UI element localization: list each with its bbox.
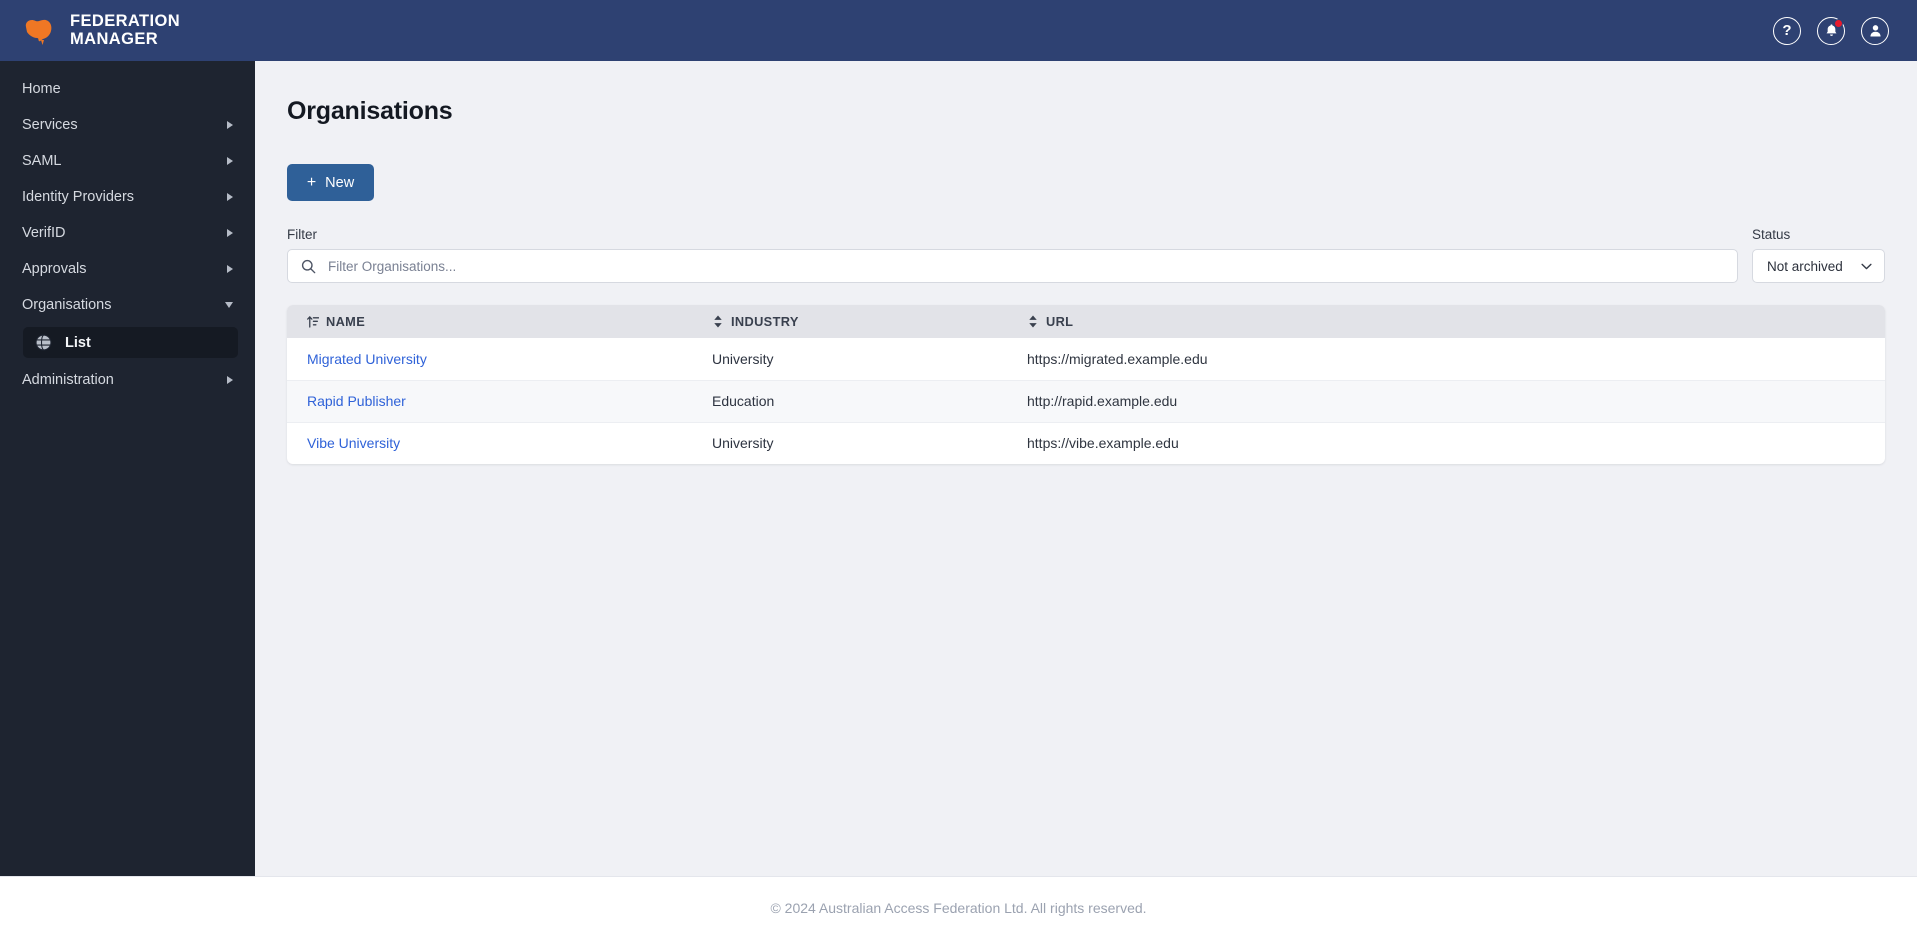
notifications-button[interactable]	[1817, 16, 1845, 45]
sidebar-item-label: Administration	[22, 372, 114, 388]
filter-label: Filter	[287, 227, 317, 242]
sidebar-item-label: SAML	[22, 153, 62, 169]
chevron-down-icon	[1861, 263, 1872, 269]
new-organisation-button[interactable]: + New	[287, 164, 374, 201]
user-account-button[interactable]	[1861, 16, 1889, 45]
status-field-group: Status Not archived	[1752, 227, 1885, 283]
status-label: Status	[1752, 227, 1791, 242]
organisations-table: NAME INDUSTRY URL Migrated University Un…	[287, 305, 1885, 464]
sidebar-item-services[interactable]: Services	[0, 107, 255, 143]
cell-industry: University	[712, 435, 774, 452]
plus-icon: +	[306, 173, 317, 191]
brand-logo[interactable]: FEDERATION MANAGER	[22, 12, 181, 48]
chevron-down-icon	[225, 302, 233, 308]
table-row: Rapid Publisher Education http://rapid.e…	[287, 380, 1885, 423]
filter-field-group: Filter	[287, 227, 1738, 283]
column-header-industry[interactable]: INDUSTRY	[712, 305, 1027, 338]
sort-amount-up-icon	[307, 316, 319, 328]
chevron-right-icon	[227, 121, 233, 129]
table-header-row: NAME INDUSTRY URL	[287, 305, 1885, 338]
cell-industry: Education	[712, 380, 1027, 423]
column-header-name[interactable]: NAME	[287, 305, 712, 338]
globe-icon	[35, 334, 52, 351]
filter-input-wrapper[interactable]	[287, 249, 1738, 283]
search-icon	[301, 259, 316, 273]
column-header-label: NAME	[326, 314, 366, 329]
cell-url: https://vibe.example.edu	[1027, 435, 1179, 452]
chevron-right-icon	[227, 265, 233, 273]
cell-industry: University	[712, 338, 1027, 381]
cell-name: Rapid Publisher	[287, 380, 712, 423]
sidebar-sub-item-label: List	[65, 334, 91, 351]
sidebar-item-verifid[interactable]: VerifID	[0, 215, 255, 251]
sidebar-item-label: Home	[22, 81, 61, 97]
brand-line-1: FEDERATION	[70, 12, 181, 30]
notification-badge	[1834, 18, 1843, 28]
table-row: Migrated University University https://m…	[287, 338, 1885, 381]
column-header-url[interactable]: URL	[1027, 305, 1885, 338]
help-icon: ?	[1782, 22, 1792, 39]
cell-name: Migrated University	[287, 338, 712, 381]
copyright-text: © 2024 Australian Access Federation Ltd.…	[770, 900, 1147, 916]
organisation-link[interactable]: Rapid Publisher	[307, 393, 406, 409]
status-dropdown[interactable]: Not archived	[1752, 249, 1885, 283]
column-header-label: INDUSTRY	[731, 314, 799, 329]
sidebar-item-label: Services	[22, 117, 78, 133]
topbar-actions: ?	[1773, 16, 1889, 45]
chevron-right-icon	[227, 157, 233, 165]
organisations-table-card: NAME INDUSTRY URL Migrated University Un…	[287, 305, 1885, 464]
sidebar-item-identity-providers[interactable]: Identity Providers	[0, 179, 255, 215]
page-footer: © 2024 Australian Access Federation Ltd.…	[0, 876, 1917, 939]
sidebar-item-organisations[interactable]: Organisations	[0, 287, 255, 323]
page-title: Organisations	[287, 97, 453, 125]
cell-url: http://rapid.example.edu	[1027, 380, 1885, 423]
sidebar-item-saml[interactable]: SAML	[0, 143, 255, 179]
chevron-right-icon	[227, 229, 233, 237]
new-button-label: New	[325, 174, 355, 191]
sort-updown-icon	[1029, 315, 1037, 328]
organisation-link[interactable]: Vibe University	[307, 435, 400, 451]
chevron-right-icon	[227, 376, 233, 384]
filter-organisations-input[interactable]	[316, 258, 1737, 274]
filters-row: Filter Status Not archived	[287, 227, 1885, 283]
cell-name: Vibe University	[287, 422, 712, 464]
column-header-label: URL	[1046, 314, 1074, 329]
sidebar: Home Services SAML Identity Providers Ve…	[0, 61, 255, 876]
table-body: Migrated University University https://m…	[287, 338, 1885, 464]
chevron-right-icon	[227, 193, 233, 201]
sidebar-item-label: VerifID	[22, 225, 66, 241]
main-content: Organisations + New Filter Status Not ar…	[255, 61, 1917, 876]
sidebar-item-label: Organisations	[22, 297, 112, 313]
status-selected-value: Not archived	[1767, 258, 1843, 274]
brand-title: FEDERATION MANAGER	[70, 12, 181, 48]
table-head: NAME INDUSTRY URL	[287, 305, 1885, 338]
table-row: Vibe University University https://vibe.…	[287, 422, 1885, 464]
organisation-link[interactable]: Migrated University	[307, 351, 427, 367]
user-account-icon	[1869, 25, 1881, 37]
australia-map-icon	[25, 19, 52, 45]
sidebar-item-approvals[interactable]: Approvals	[0, 251, 255, 287]
sidebar-item-administration[interactable]: Administration	[0, 362, 255, 398]
sidebar-item-home[interactable]: Home	[0, 71, 255, 107]
cell-url: https://migrated.example.edu	[1027, 338, 1885, 381]
sidebar-item-organisations-list[interactable]: List	[23, 327, 238, 358]
brand-line-2: MANAGER	[70, 29, 159, 48]
sidebar-item-label: Identity Providers	[22, 189, 135, 205]
sort-updown-icon	[714, 315, 722, 328]
top-bar: FEDERATION MANAGER ?	[0, 0, 1917, 61]
help-button[interactable]: ?	[1773, 16, 1801, 45]
sidebar-item-label: Approvals	[22, 261, 87, 277]
